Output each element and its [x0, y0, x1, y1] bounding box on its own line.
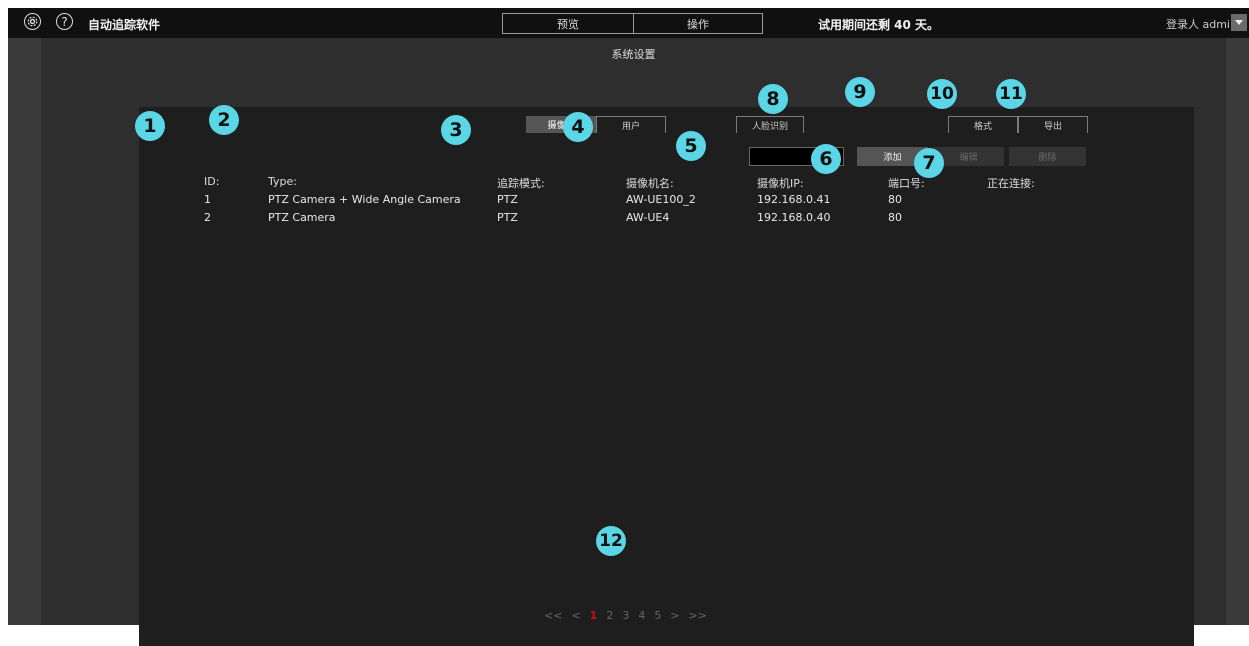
delete-button-label: 删除 — [1038, 153, 1057, 163]
callout-badge: 2 — [209, 105, 239, 135]
callout-badge: 11 — [996, 79, 1026, 109]
user-dropdown-button[interactable] — [1231, 14, 1247, 31]
add-button-label: 添加 — [883, 153, 902, 163]
callout-badge: 6 — [811, 144, 841, 174]
cell-ip: 192.168.0.41 — [757, 193, 831, 206]
delete-button[interactable]: 删除 — [1009, 147, 1086, 166]
callout-badge: 7 — [914, 148, 944, 178]
login-user: 登录人 admin — [1166, 18, 1237, 31]
tab-export-label: 导出 — [1043, 121, 1062, 132]
tab-operation[interactable]: 操作 — [633, 13, 763, 34]
cell-mode: PTZ — [497, 211, 518, 224]
tab-user-label: 用户 — [621, 121, 640, 132]
settings-panel: 摄像机 用户 人脸识别 格式 导出 添加 编辑 删除 ID: Type: 追踪模… — [139, 107, 1194, 646]
header-connected: 正在连接: — [987, 177, 1035, 190]
app-title: 自动追踪软件 — [88, 18, 161, 32]
page-3-button[interactable]: 3 — [622, 609, 629, 623]
help-glyph: ? — [61, 14, 68, 29]
edit-button-label: 编辑 — [959, 153, 978, 163]
cell-id: 1 — [204, 193, 211, 206]
tab-format[interactable]: 格式 — [948, 116, 1018, 133]
header-camera-ip: 摄像机IP: — [757, 177, 804, 190]
cell-type: PTZ Camera — [268, 211, 336, 224]
callout-badge: 8 — [758, 84, 788, 114]
tab-preview-label: 预览 — [557, 17, 579, 31]
page-prev-button[interactable]: < — [571, 609, 580, 623]
page-2-button[interactable]: 2 — [606, 609, 613, 623]
page-next-button[interactable]: > — [670, 609, 679, 623]
page-5-button[interactable]: 5 — [654, 609, 661, 623]
cell-mode: PTZ — [497, 193, 518, 206]
callout-badge: 3 — [441, 115, 471, 145]
header-tracking-mode: 追踪模式: — [497, 177, 545, 190]
app-window: ? 自动追踪软件 预览 操作 试用期间还剩 40 天。 登录人 admin 系统… — [8, 8, 1249, 646]
page-last-button[interactable]: >> — [689, 609, 707, 623]
page-4-button[interactable]: 4 — [638, 609, 645, 623]
help-icon[interactable]: ? — [56, 13, 73, 30]
callout-badge: 1 — [135, 111, 165, 141]
page-title: 系统设置 — [611, 48, 656, 61]
tab-operation-label: 操作 — [687, 17, 709, 31]
tab-face-recognition[interactable]: 人脸识别 — [736, 116, 804, 133]
pagination: << < 1 2 3 4 5 > >> — [544, 609, 707, 623]
cell-port: 80 — [888, 211, 902, 224]
top-bar: ? 自动追踪软件 预览 操作 试用期间还剩 40 天。 登录人 admin — [8, 8, 1249, 38]
tab-format-label: 格式 — [973, 121, 992, 132]
cell-id: 2 — [204, 211, 211, 224]
header-camera-name: 摄像机名: — [626, 177, 674, 190]
callout-badge: 12 — [596, 526, 626, 556]
trial-status: 试用期间还剩 40 天。 — [818, 18, 940, 32]
callout-badge: 4 — [563, 112, 593, 142]
header-type: Type: — [268, 175, 297, 188]
tab-face-label: 人脸识别 — [751, 121, 788, 132]
tab-user[interactable]: 用户 — [596, 116, 666, 133]
tab-export[interactable]: 导出 — [1018, 116, 1088, 133]
gear-icon[interactable] — [24, 13, 41, 30]
cell-name: AW-UE100_2 — [626, 193, 696, 206]
tab-preview[interactable]: 预览 — [502, 13, 634, 34]
header-id: ID: — [204, 175, 220, 188]
chevron-down-icon — [1235, 20, 1243, 25]
cell-port: 80 — [888, 193, 902, 206]
cell-ip: 192.168.0.40 — [757, 211, 831, 224]
cell-type: PTZ Camera + Wide Angle Camera — [268, 193, 461, 206]
page-first-button[interactable]: << — [544, 609, 562, 623]
callout-badge: 5 — [676, 131, 706, 161]
callout-badge: 10 — [927, 79, 957, 109]
header-port: 端口号: — [888, 177, 925, 190]
page-1-button[interactable]: 1 — [590, 609, 598, 623]
callout-badge: 9 — [845, 77, 875, 107]
cell-name: AW-UE4 — [626, 211, 670, 224]
